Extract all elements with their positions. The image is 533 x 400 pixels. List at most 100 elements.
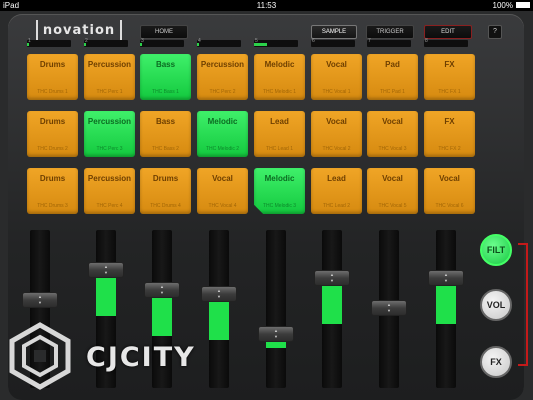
fader-track-5[interactable]: ▲ ▼ [258,230,294,388]
pad-label: Pad [385,60,400,69]
pad-sample-name: THC Melodic 2 [205,146,240,152]
pad-sample-name: THC Drums 3 [37,203,68,209]
pad-r1-c3[interactable]: Bass THC Bass 1 [140,54,191,100]
pad-label: Drums [152,174,179,183]
home-button[interactable]: HOME [140,25,188,39]
pad-r3-c6[interactable]: Lead THC Lead 2 [311,168,362,214]
pad-label: FX [444,60,455,69]
pad-r2-c1[interactable]: Drums THC Drums 2 [27,111,78,157]
pad-sample-name: THC Perc 1 [96,89,123,95]
pad-r2-c4[interactable]: Melodic THC Melodic 2 [197,111,248,157]
arrow-up-icon: ▲ [274,328,278,334]
pad-label: Lead [270,117,289,126]
arrow-down-icon: ▼ [160,290,164,296]
pad-r1-c2[interactable]: Percussion THC Perc 1 [84,54,135,100]
pad-sample-name: THC Vocal 3 [378,146,407,152]
pad-sample-name: THC Lead 1 [266,146,293,152]
sample-button[interactable]: SAMPLE [311,25,357,39]
pad-label: Percussion [87,60,132,69]
arrow-down-icon: ▼ [217,294,221,300]
pad-r2-c6[interactable]: Vocal THC Vocal 2 [311,111,362,157]
pad-sample-name: THC Vocal 4 [208,203,237,209]
battery-percent: 100% [492,1,513,10]
channel-level-bar [27,43,30,46]
pad-label: FX [444,117,455,126]
pad-sample-name: THC Perc 3 [96,146,123,152]
fader-track-6[interactable]: ▲ ▼ [314,230,350,388]
pad-r3-c3[interactable]: Drums THC Drums 4 [140,168,191,214]
pad-r3-c5[interactable]: Melodic THC Melodic 3 [254,168,305,214]
pad-r3-c4[interactable]: Vocal THC Vocal 4 [197,168,248,214]
pad-sample-name: THC Bass 1 [152,89,179,95]
fx-mode-button[interactable]: FX [480,346,512,378]
pad-label: Bass [155,60,176,69]
arrow-down-icon: ▼ [387,308,391,314]
watermark: CJCITY [6,322,236,390]
help-button[interactable]: ? [488,25,502,39]
pad-sample-name: THC Pad 1 [380,89,405,95]
pad-sample-name: THC Perc 2 [209,89,236,95]
volume-mode-button[interactable]: VOL [480,289,512,321]
pad-label: Vocal [212,174,233,183]
mode-bracket [518,243,528,366]
arrow-down-icon: ▼ [444,277,448,283]
pad-r3-c7[interactable]: Vocal THC Vocal 5 [367,168,418,214]
status-time: 11:53 [256,1,277,10]
arrow-down-icon: ▼ [104,269,108,275]
pad-r2-c8[interactable]: FX THC FX 2 [424,111,475,157]
arrow-up-icon: ▲ [387,302,391,308]
pad-sample-name: THC Perc 4 [96,203,123,209]
pad-sample-name: THC Melodic 1 [262,89,297,95]
pad-r3-c8[interactable]: Vocal THC Vocal 6 [424,168,475,214]
pad-r1-c7[interactable]: Pad THC Pad 1 [367,54,418,100]
pad-r1-c4[interactable]: Percussion THC Perc 2 [197,54,248,100]
fader-track-7[interactable]: ▲ ▼ [371,230,407,388]
pad-r2-c7[interactable]: Vocal THC Vocal 3 [367,111,418,157]
fader-level-fill [322,283,342,324]
pad-label: Vocal [439,174,460,183]
pad-r3-c2[interactable]: Percussion THC Perc 4 [84,168,135,214]
pad-sample-name: THC Lead 2 [323,203,350,209]
edit-button[interactable]: EDIT [424,25,472,39]
pad-r3-c1[interactable]: Drums THC Drums 3 [27,168,78,214]
pad-r2-c2[interactable]: Percussion THC Perc 3 [84,111,135,157]
arrow-down-icon: ▼ [274,334,278,340]
pad-label: Percussion [87,117,132,126]
pad-sample-name: THC FX 2 [438,146,461,152]
fader-handle[interactable]: ▲ ▼ [88,261,124,278]
fader-handle[interactable]: ▲ ▼ [201,286,237,303]
pad-sample-name: THC Bass 2 [152,146,179,152]
channel-number: 7 [368,38,371,44]
pad-r1-c5[interactable]: Melodic THC Melodic 1 [254,54,305,100]
pad-r2-c5[interactable]: Lead THC Lead 1 [254,111,305,157]
channel-level-4: 4 [197,38,241,47]
fader-handle[interactable]: ▲ ▼ [22,291,58,308]
filter-mode-button[interactable]: FILT [480,234,512,266]
arrow-down-icon: ▼ [38,299,42,305]
pad-label: Melodic [207,117,238,126]
pad-r1-c1[interactable]: Drums THC Drums 1 [27,54,78,100]
pad-r2-c3[interactable]: Bass THC Bass 2 [140,111,191,157]
channel-number: 8 [425,38,428,44]
fader-track-8[interactable]: ▲ ▼ [428,230,464,388]
arrow-up-icon: ▲ [444,271,448,277]
pad-r1-c6[interactable]: Vocal THC Vocal 1 [311,54,362,100]
channel-level-bar [140,43,143,46]
fader-level-fill [96,275,116,316]
pad-label: Vocal [326,60,347,69]
novation-logo: novation [36,20,122,42]
fader-handle[interactable]: ▲ ▼ [314,269,350,286]
arrow-up-icon: ▲ [104,263,108,269]
pad-r1-c8[interactable]: FX THC FX 1 [424,54,475,100]
trigger-button[interactable]: TRIGGER [366,25,414,39]
channel-level-5: 5 [254,38,298,47]
pad-label: Vocal [382,117,403,126]
battery-icon [516,2,530,8]
fader-handle[interactable]: ▲ ▼ [371,300,407,317]
pad-sample-name: THC Vocal 2 [322,146,351,152]
channel-level-bar [254,43,268,46]
fader-handle[interactable]: ▲ ▼ [428,269,464,286]
pad-sample-name: THC Vocal 5 [378,203,407,209]
fader-handle[interactable]: ▲ ▼ [258,326,294,343]
fader-handle[interactable]: ▲ ▼ [144,282,180,299]
